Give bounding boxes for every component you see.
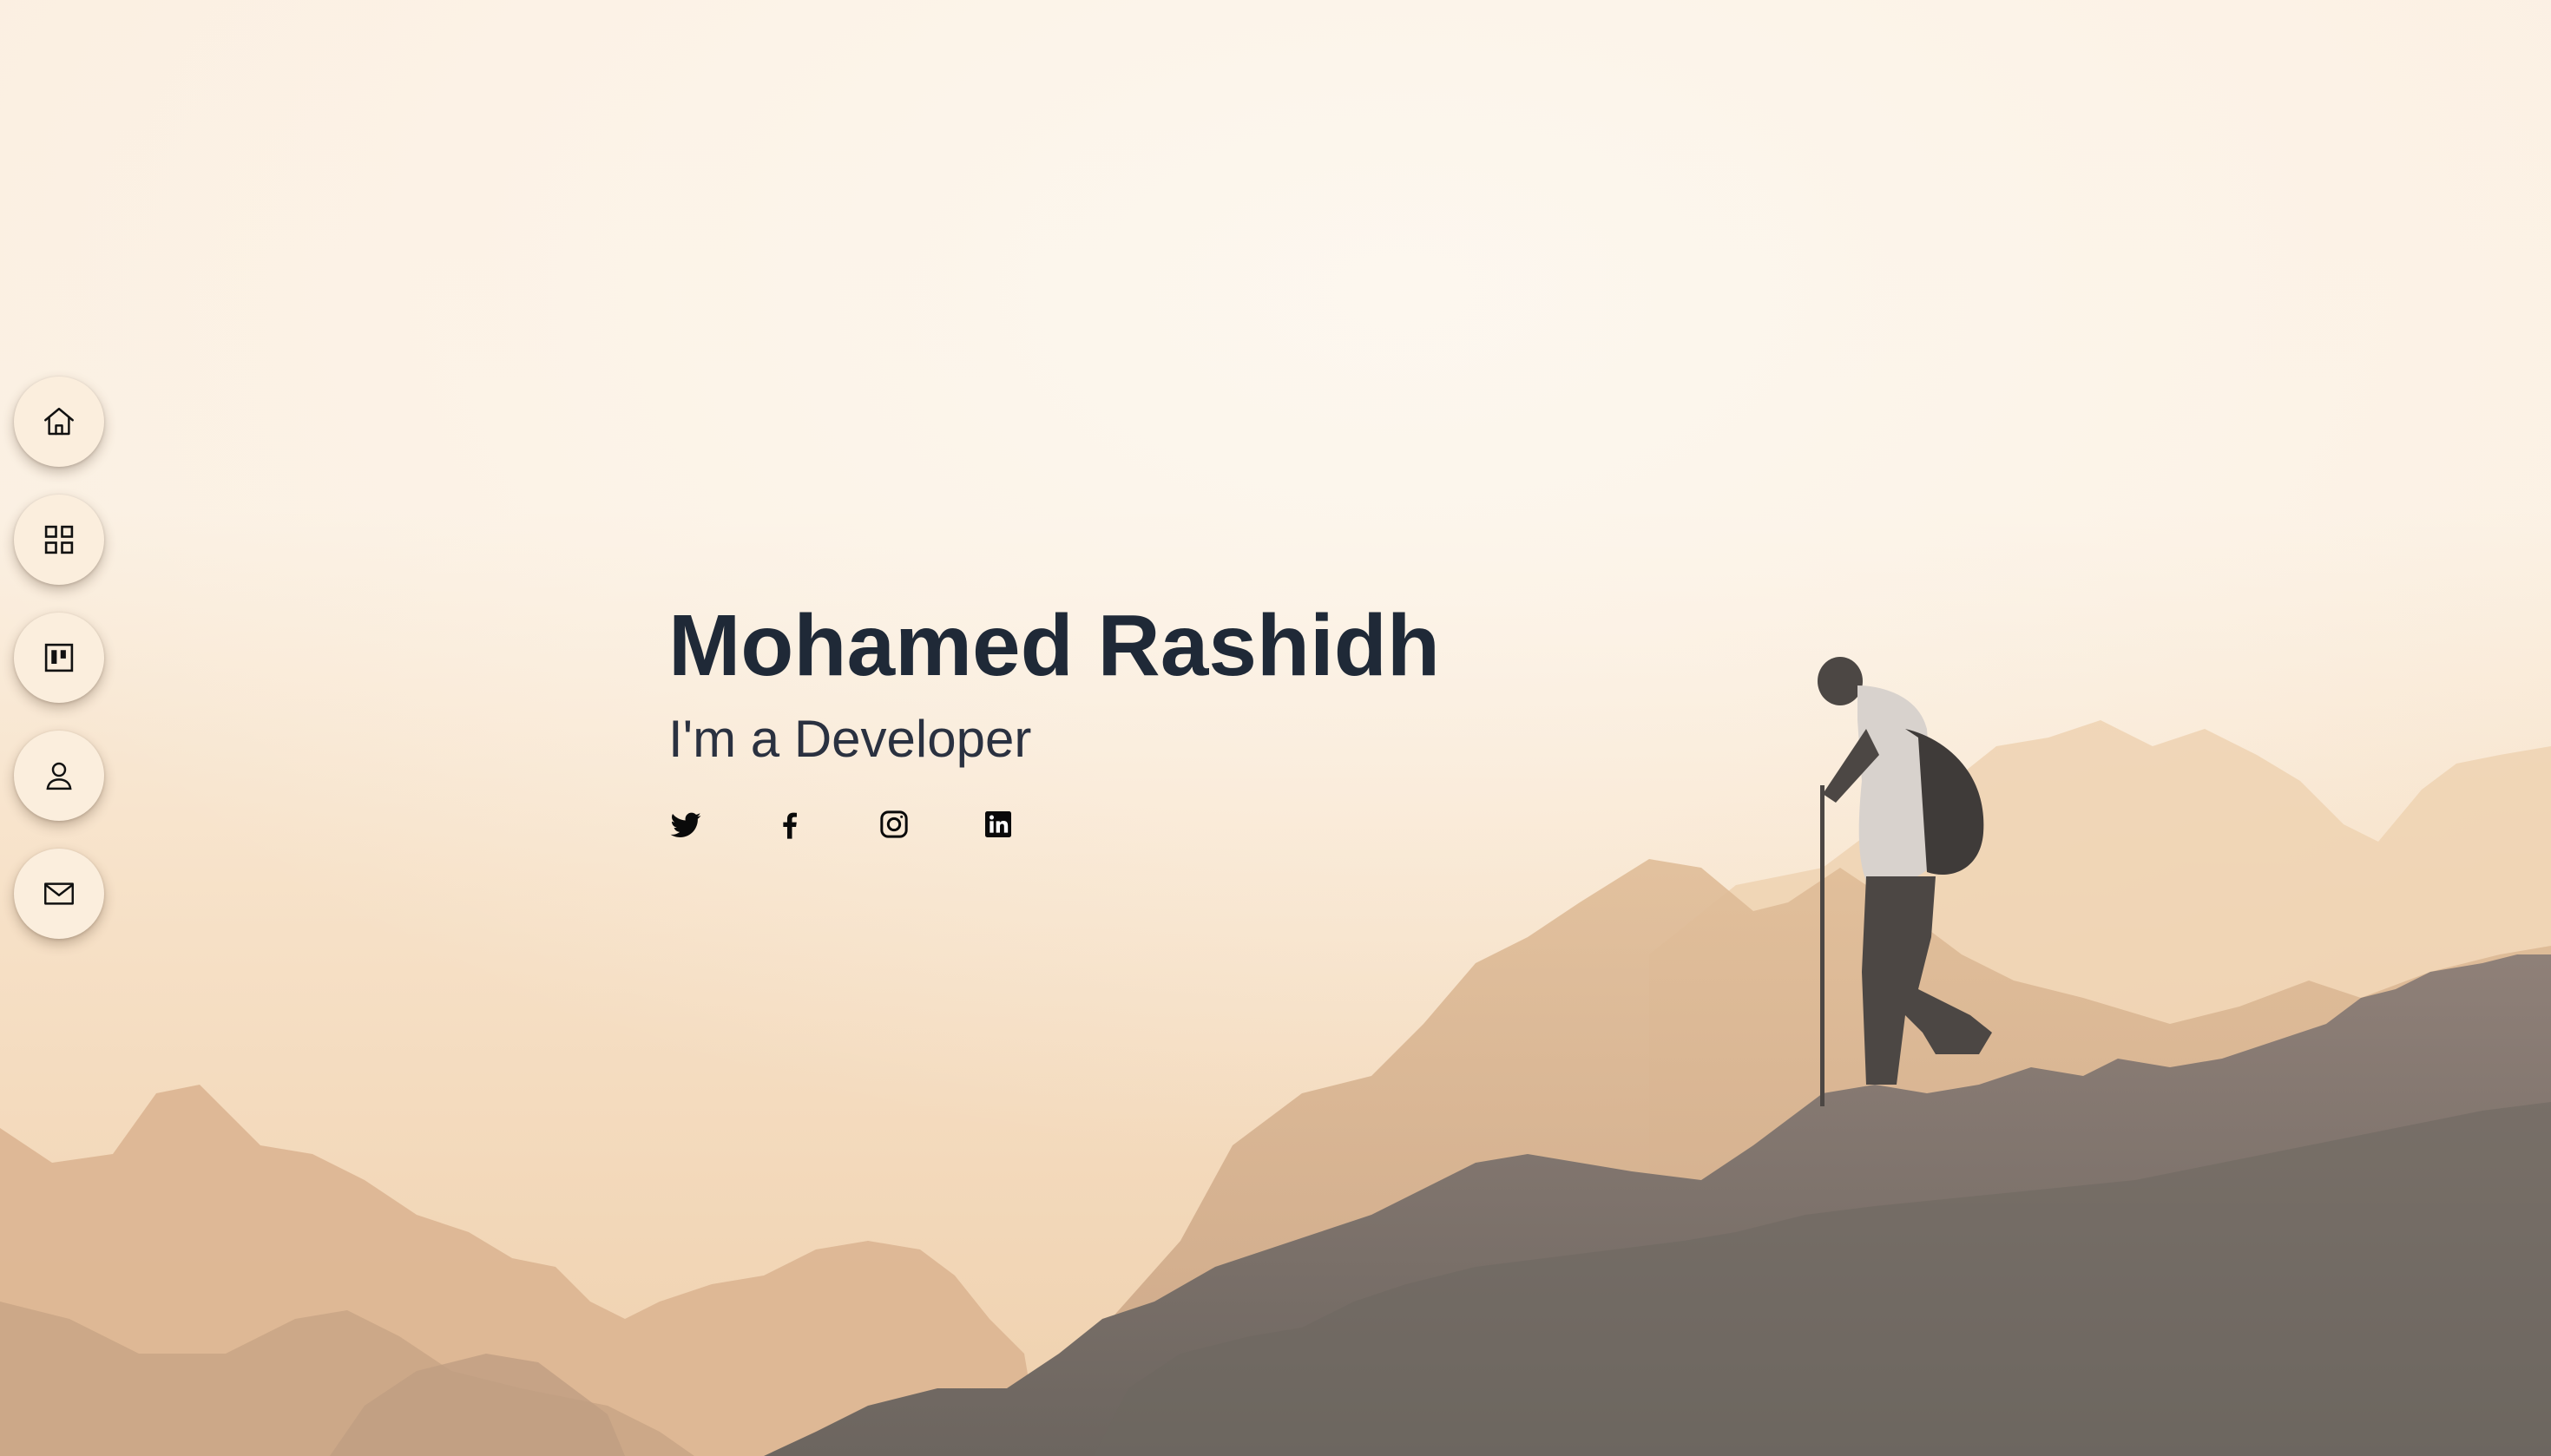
nav-mail-button[interactable] <box>14 849 104 939</box>
side-navigation <box>14 377 104 939</box>
user-icon <box>46 762 72 790</box>
hero-section: Mohamed Rashidh I'm a Developer <box>668 590 1623 842</box>
grid-icon <box>44 525 74 554</box>
tagline-role: Developer <box>793 710 1032 768</box>
nav-home-button[interactable] <box>14 377 104 467</box>
instagram-link[interactable] <box>877 807 911 842</box>
nav-grid-button[interactable] <box>14 495 104 585</box>
twitter-icon <box>670 812 701 837</box>
facebook-icon <box>783 812 797 839</box>
linkedin-icon <box>985 811 1011 837</box>
hero-tagline: I'm a Developer <box>668 705 1623 774</box>
social-links <box>668 807 1623 842</box>
mail-icon <box>44 882 74 905</box>
facebook-link[interactable] <box>773 807 807 842</box>
hero-name-heading: Mohamed Rashidh <box>668 597 1440 694</box>
nav-board-button[interactable] <box>14 613 104 703</box>
nav-user-button[interactable] <box>14 731 104 821</box>
instagram-icon <box>880 810 908 838</box>
tagline-prefix: I'm a <box>668 710 794 768</box>
twitter-link[interactable] <box>668 807 703 842</box>
linkedin-link[interactable] <box>981 807 1016 842</box>
board-icon <box>44 643 74 672</box>
home-icon <box>44 407 74 436</box>
